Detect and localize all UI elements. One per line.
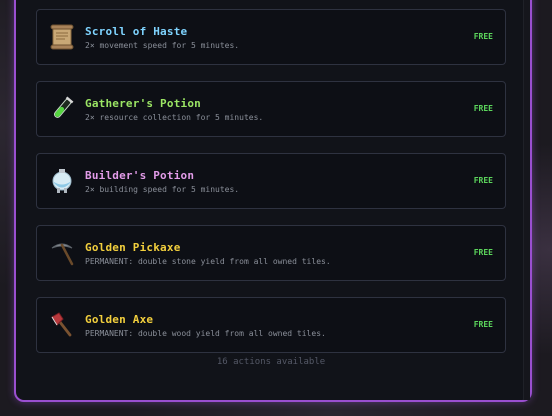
axe-icon (48, 311, 76, 339)
item-price-button[interactable]: FREE (474, 104, 493, 113)
item-name: Golden Pickaxe (85, 241, 181, 254)
scroll-icon (48, 23, 76, 51)
shop-item-golden-axe[interactable]: Golden Axe PERMANENT: double wood yield … (36, 297, 506, 353)
shop-item-golden-pickaxe[interactable]: Golden Pickaxe PERMANENT: double stone y… (36, 225, 506, 281)
item-description: 2× resource collection for 5 minutes. (85, 113, 264, 122)
item-description: PERMANENT: double wood yield from all ow… (85, 329, 326, 338)
item-description: 2× building speed for 5 minutes. (85, 185, 240, 194)
shop-item-list: Scroll of Haste 2× movement speed for 5 … (36, 9, 506, 369)
item-description: PERMANENT: double stone yield from all o… (85, 257, 331, 266)
shop-item-builders-potion[interactable]: Builder's Potion 2× building speed for 5… (36, 153, 506, 209)
item-name: Gatherer's Potion (85, 97, 201, 110)
item-name: Builder's Potion (85, 169, 195, 182)
shop-panel: Scroll of Haste 2× movement speed for 5 … (14, 0, 532, 402)
flask-icon (48, 167, 76, 195)
scrollbar[interactable] (523, 0, 530, 400)
item-price-button[interactable]: FREE (474, 248, 493, 257)
item-name: Golden Axe (85, 313, 154, 326)
item-price-button[interactable]: FREE (474, 32, 493, 41)
actions-available-count: 16 actions available (216, 357, 326, 367)
shop-item-gatherers-potion[interactable]: Gatherer's Potion 2× resource collection… (36, 81, 506, 137)
item-description: 2× movement speed for 5 minutes. (85, 41, 240, 50)
pickaxe-icon (48, 239, 76, 267)
test-tube-icon (48, 95, 76, 123)
shop-item-scroll-of-haste[interactable]: Scroll of Haste 2× movement speed for 5 … (36, 9, 506, 65)
item-price-button[interactable]: FREE (474, 320, 493, 329)
item-price-button[interactable]: FREE (474, 176, 493, 185)
item-name: Scroll of Haste (85, 25, 188, 38)
